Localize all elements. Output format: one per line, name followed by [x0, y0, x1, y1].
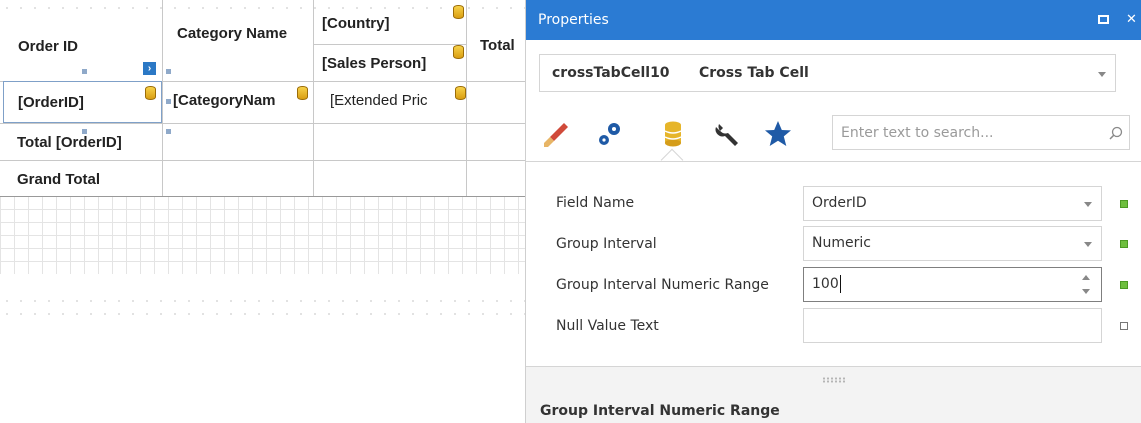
header-sales-person[interactable]: [Sales Person]	[322, 55, 426, 73]
group-interval-dropdown[interactable]: Numeric	[803, 226, 1102, 261]
brush-icon[interactable]	[540, 118, 572, 150]
header-order-id[interactable]: Order ID	[18, 38, 78, 56]
database-icon	[297, 86, 308, 100]
designer-dot-row	[0, 300, 525, 302]
spin-up-icon[interactable]	[1082, 275, 1090, 280]
maximize-icon[interactable]	[1098, 15, 1109, 24]
resize-handle[interactable]	[82, 69, 87, 74]
splitter-grip-icon[interactable]	[822, 377, 846, 383]
resize-handle[interactable]	[82, 129, 87, 134]
cell-extended-price-field[interactable]: [Extended Pric	[330, 92, 428, 110]
crosstab-divider	[162, 0, 163, 196]
property-label: Group Interval	[556, 236, 657, 252]
object-type: Cross Tab Cell	[699, 65, 809, 81]
modified-indicator	[1120, 240, 1128, 248]
designer-dot-row	[0, 313, 525, 315]
description-title: Group Interval Numeric Range	[540, 403, 780, 419]
property-value: 100	[812, 276, 839, 292]
database-icon	[145, 86, 156, 100]
numeric-range-spin-edit[interactable]: 100	[803, 267, 1102, 302]
designer-grid	[0, 196, 525, 274]
spin-buttons[interactable]	[1082, 273, 1091, 297]
property-label: Group Interval Numeric Range	[556, 277, 769, 293]
wrench-icon[interactable]	[712, 118, 744, 150]
chevron-down-icon	[1084, 202, 1092, 207]
smart-tag-arrow-icon[interactable]: ›	[143, 62, 156, 75]
property-value: Numeric	[812, 235, 871, 251]
property-search[interactable]	[832, 115, 1130, 150]
text-cursor	[840, 275, 841, 293]
report-designer-surface: Order ID Category Name [Country] [Sales …	[0, 0, 525, 423]
header-country[interactable]: [Country]	[322, 15, 390, 33]
search-input[interactable]	[841, 122, 1091, 144]
null-value-text-field[interactable]	[803, 308, 1102, 343]
close-icon[interactable]: ✕	[1126, 12, 1137, 27]
object-selector[interactable]: crossTabCell10 Cross Tab Cell	[539, 54, 1116, 92]
properties-title: Properties	[538, 12, 609, 28]
description-splitter[interactable]	[526, 366, 1141, 394]
header-category-name[interactable]: Category Name	[177, 25, 297, 42]
properties-panel: Properties ✕ crossTabCell10 Cross Tab Ce…	[525, 0, 1141, 423]
property-grid: Field Name OrderID Group Interval Numeri…	[526, 161, 1141, 365]
property-label: Null Value Text	[556, 318, 659, 334]
header-total[interactable]: Total	[480, 37, 515, 55]
field-name-dropdown[interactable]: OrderID	[803, 186, 1102, 221]
star-icon[interactable]	[762, 118, 794, 150]
property-label: Field Name	[556, 195, 635, 211]
property-value: OrderID	[812, 195, 867, 211]
cell-category-field[interactable]: [CategoryNam	[173, 92, 276, 110]
modified-indicator	[1120, 281, 1128, 289]
crosstab-divider	[313, 44, 466, 45]
properties-header: Properties ✕	[526, 0, 1141, 40]
resize-handle[interactable]	[166, 129, 171, 134]
database-icon	[453, 5, 464, 19]
designer-dot-row	[0, 7, 525, 9]
database-icon	[455, 86, 466, 100]
default-indicator	[1120, 322, 1128, 330]
modified-indicator	[1120, 200, 1128, 208]
search-icon[interactable]	[1109, 126, 1123, 140]
crosstab-divider	[313, 0, 314, 196]
database-icon[interactable]	[657, 118, 689, 150]
spin-down-icon[interactable]	[1082, 289, 1090, 294]
resize-handle[interactable]	[166, 99, 171, 104]
chevron-down-icon	[1084, 242, 1092, 247]
crosstab-divider	[466, 0, 467, 196]
resize-handle[interactable]	[166, 69, 171, 74]
gears-icon[interactable]	[593, 118, 625, 150]
cell-grand-total[interactable]: Grand Total	[17, 171, 100, 189]
selected-cell-frame	[3, 81, 162, 123]
crosstab-divider	[0, 123, 525, 124]
database-icon	[453, 45, 464, 59]
crosstab-bottom-border	[0, 196, 525, 197]
crosstab-divider	[0, 160, 525, 161]
object-name: crossTabCell10	[552, 65, 670, 81]
description-area: Group Interval Numeric Range	[526, 394, 1141, 423]
cell-total-orderid[interactable]: Total [OrderID]	[17, 134, 122, 152]
chevron-down-icon	[1098, 72, 1106, 77]
